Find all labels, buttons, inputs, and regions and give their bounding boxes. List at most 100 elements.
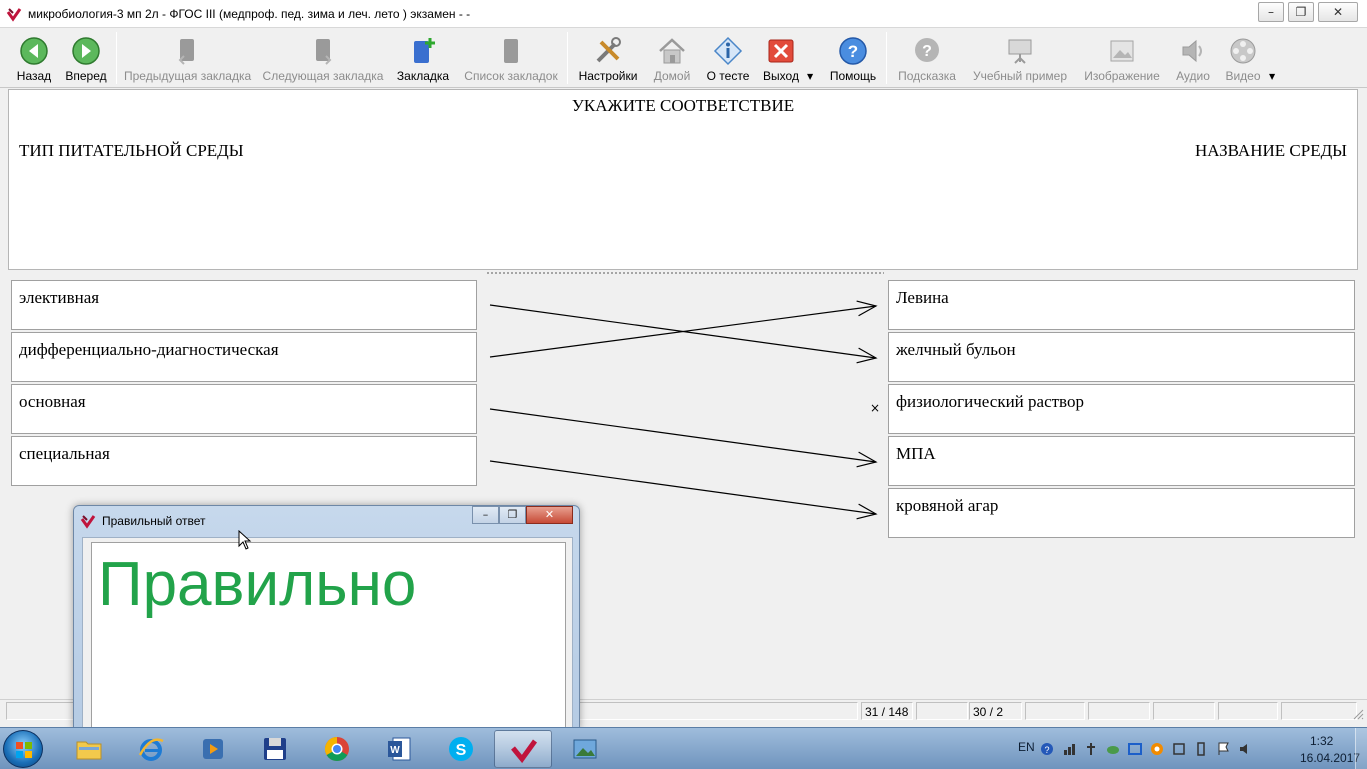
window-titlebar: микробиология-3 мп 2л - ФГОС III (медпро… [0, 0, 1367, 28]
screenshot-tray-icon[interactable] [1128, 742, 1142, 756]
taskbar-internet-explorer[interactable] [122, 730, 180, 768]
avast-tray-icon[interactable] [1150, 742, 1164, 756]
volume-tray-icon[interactable] [1238, 742, 1252, 756]
svg-text:?: ? [922, 43, 932, 60]
unmatched-marker-icon: × [870, 401, 881, 415]
left-item-0[interactable]: элективная [11, 280, 477, 330]
dialog-minimize-button[interactable]: – [472, 506, 499, 524]
right-item-2[interactable]: физиологический раствор [888, 384, 1355, 434]
next-bookmark-button[interactable]: Следующая закладка [262, 33, 384, 85]
prev-bookmark-button[interactable]: Предыдущая закладка [124, 33, 251, 85]
svg-text:?: ? [848, 42, 858, 61]
taskbar-chrome[interactable] [308, 730, 366, 768]
bookmark-button[interactable]: Закладка [394, 33, 452, 85]
forward-arrow-icon [72, 37, 100, 65]
dialog-maximize-button[interactable]: ❐ [499, 506, 526, 524]
usb-tray-icon[interactable] [1194, 742, 1208, 756]
presentation-board-icon [1008, 39, 1032, 64]
connection-arrowhead-2 [856, 451, 878, 468]
svg-text:S: S [456, 742, 467, 759]
hint-question-icon: ? [915, 38, 939, 62]
app-check-icon [6, 8, 22, 22]
taskbar-floppy-disk[interactable] [246, 730, 304, 768]
status-cell-empty [1281, 702, 1357, 720]
internet-explorer-icon [138, 738, 164, 761]
forward-button[interactable]: Вперед [60, 33, 112, 85]
taskbar-skype[interactable]: S [432, 730, 490, 768]
resize-grip-icon[interactable] [1352, 708, 1364, 720]
left-item-1[interactable]: дифференциально-диагностическая [11, 332, 477, 382]
minimize-button[interactable]: – [1258, 2, 1284, 22]
bookmark-list-icon [504, 39, 518, 63]
action-center-flag-icon[interactable] [1216, 742, 1230, 756]
exit-button[interactable]: Выход [760, 33, 802, 85]
connection-arrowhead-1 [856, 300, 878, 317]
cloud-sync-tray-icon[interactable] [1106, 742, 1120, 756]
exit-dropdown-arrow-icon[interactable]: ▼ [807, 72, 813, 81]
device-tray-icon[interactable] [1172, 742, 1186, 756]
hint-button[interactable]: ? Подсказка [894, 33, 960, 85]
example-button[interactable]: Учебный пример [968, 33, 1072, 85]
taskbar-media-player[interactable] [184, 730, 242, 768]
taskbar-image-viewer[interactable] [556, 730, 614, 768]
network-tray-icon[interactable] [1062, 742, 1076, 756]
pin-tray-icon[interactable] [1084, 742, 1098, 756]
chrome-icon [324, 737, 349, 762]
info-icon [713, 36, 743, 66]
app-check-icon [80, 515, 96, 529]
dialog-body: Правильно [82, 537, 573, 732]
right-item-3[interactable]: МПА [888, 436, 1355, 486]
maximize-button[interactable]: ❐ [1288, 2, 1314, 22]
left-item-3[interactable]: специальная [11, 436, 477, 486]
taskbar-test-app[interactable] [494, 730, 552, 768]
right-item-1[interactable]: желчный бульон [888, 332, 1355, 382]
taskbar-explorer[interactable] [60, 730, 118, 768]
bookmark-list-button[interactable]: Список закладок [462, 33, 560, 85]
back-arrow-icon [20, 37, 48, 65]
question-counter: 31 / 148 [861, 702, 913, 720]
media-player-icon [203, 739, 223, 759]
svg-text:?: ? [1044, 745, 1049, 755]
settings-button[interactable]: Настройки [575, 33, 641, 85]
mouse-cursor-icon [238, 530, 252, 550]
home-icon [659, 38, 685, 64]
status-cell-empty [1025, 702, 1085, 720]
clock-date[interactable]: 16.04.2017 [1300, 751, 1360, 765]
svg-text:W: W [390, 745, 400, 756]
taskbar-word[interactable]: W [370, 730, 428, 768]
start-button[interactable] [3, 730, 43, 768]
about-button[interactable]: О тесте [704, 33, 752, 85]
home-button[interactable]: Домой [649, 33, 695, 85]
connection-line-2 [489, 408, 877, 463]
right-column-header: НАЗВАНИЕ СРЕДЫ [1195, 141, 1347, 160]
image-button[interactable]: Изображение [1080, 33, 1164, 85]
clock-time[interactable]: 1:32 [1310, 734, 1333, 748]
status-cell-empty [916, 702, 968, 720]
windows-logo-icon [16, 742, 32, 758]
film-reel-icon [1230, 38, 1256, 64]
tools-icon [596, 37, 621, 63]
dialog-content: Правильно [91, 542, 566, 732]
left-item-2[interactable]: основная [11, 384, 477, 434]
video-dropdown-arrow-icon[interactable]: ▼ [1269, 72, 1275, 81]
video-button[interactable]: Видео [1222, 33, 1264, 85]
toolbar-separator [116, 32, 117, 84]
connection-arrowhead-3 [856, 503, 878, 520]
bookmark-add-icon [414, 38, 435, 63]
toolbar-separator [567, 32, 568, 84]
bookmark-next-icon [316, 39, 332, 65]
right-item-4[interactable]: кровяной агар [888, 488, 1355, 538]
word-icon: W [388, 737, 411, 761]
right-item-0[interactable]: Левина [888, 280, 1355, 330]
dialog-close-button[interactable]: ✕ [526, 506, 573, 524]
help-button[interactable]: ? Помощь [826, 33, 880, 85]
language-indicator[interactable]: EN [1018, 740, 1035, 754]
show-desktop-button[interactable] [1355, 728, 1367, 769]
panel-splitter[interactable] [486, 271, 884, 275]
audio-button[interactable]: Аудио [1171, 33, 1215, 85]
status-cell-empty [1153, 702, 1215, 720]
question-panel: УКАЖИТЕ СООТВЕТСТВИЕ ТИП ПИТАТЕЛЬНОЙ СРЕ… [8, 89, 1358, 270]
help-tray-icon[interactable]: ? [1040, 742, 1054, 756]
back-button[interactable]: Назад [8, 33, 60, 85]
close-button[interactable]: ✕ [1318, 2, 1358, 22]
